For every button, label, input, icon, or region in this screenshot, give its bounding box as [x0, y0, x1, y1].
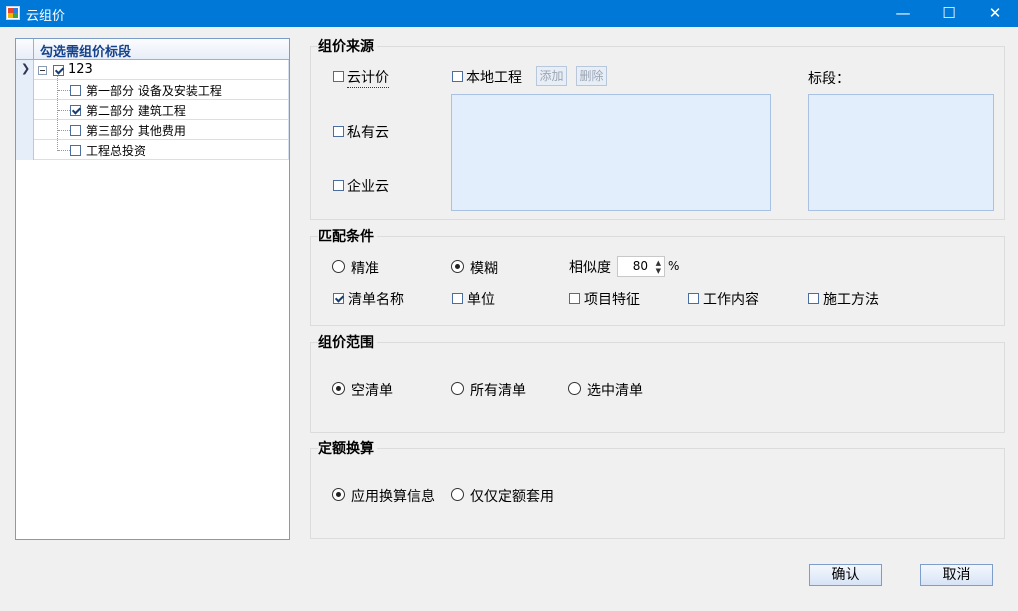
tree-item-3-checkbox[interactable]	[70, 125, 81, 136]
exact-label[interactable]: 精准	[351, 258, 379, 278]
close-button[interactable]: ✕	[972, 0, 1018, 27]
tree-item-4-checkbox[interactable]	[70, 145, 81, 156]
section-list[interactable]	[808, 94, 994, 211]
stepper-down-icon[interactable]: ▼	[656, 267, 661, 275]
tree-row-item-2[interactable]: 第二部分 建筑工程	[16, 100, 289, 120]
local-project-label[interactable]: 本地工程	[466, 67, 522, 87]
add-button[interactable]: 添加	[536, 66, 567, 86]
enterprise-cloud-label[interactable]: 企业云	[347, 176, 389, 196]
delete-button[interactable]: 删除	[576, 66, 607, 86]
quota-only-label[interactable]: 仅仅定额套用	[470, 486, 554, 506]
confirm-button[interactable]: 确认	[809, 564, 882, 586]
tree-header: 勾选需组价标段	[16, 39, 289, 60]
similarity-stepper[interactable]: 80 ▲ ▼	[617, 256, 665, 277]
bill-name-checkbox[interactable]	[333, 293, 344, 304]
apply-conversion-radio[interactable]	[332, 488, 345, 501]
tree-header-label: 勾选需组价标段	[40, 45, 132, 60]
minimize-button[interactable]: —	[880, 0, 926, 27]
local-project-list[interactable]	[451, 94, 771, 211]
tree-item-1-checkbox[interactable]	[70, 85, 81, 96]
item-feature-checkbox[interactable]	[569, 293, 580, 304]
apply-conversion-label[interactable]: 应用换算信息	[351, 486, 435, 506]
tree-row-item-1[interactable]: 第一部分 设备及安装工程	[16, 80, 289, 100]
scope-group	[310, 342, 1005, 433]
stepper-up-icon[interactable]: ▲	[656, 259, 661, 267]
quota-group-title: 定额换算	[318, 438, 377, 458]
tree-item-1-label: 第一部分 设备及安装工程	[86, 84, 222, 98]
cloud-pricing-label[interactable]: 云计价	[347, 67, 389, 88]
tree-row-item-4[interactable]: 工程总投资	[16, 140, 289, 160]
tree-row-item-3[interactable]: 第三部分 其他费用	[16, 120, 289, 140]
match-group-title: 匹配条件	[318, 226, 377, 246]
similarity-unit: %	[668, 259, 680, 273]
title-bar: 云组价 — ☐ ✕	[0, 0, 1018, 27]
work-content-checkbox[interactable]	[688, 293, 699, 304]
unit-checkbox[interactable]	[452, 293, 463, 304]
enterprise-cloud-checkbox[interactable]	[333, 180, 344, 191]
current-row-arrow-icon: ❯	[21, 62, 31, 75]
cloud-pricing-checkbox[interactable]	[333, 71, 344, 82]
tree-item-2-label: 第二部分 建筑工程	[86, 104, 186, 118]
similarity-label: 相似度	[569, 260, 611, 276]
empty-bill-label[interactable]: 空清单	[351, 380, 393, 400]
construction-method-checkbox[interactable]	[808, 293, 819, 304]
all-bills-label[interactable]: 所有清单	[470, 380, 526, 400]
fuzzy-label[interactable]: 模糊	[470, 258, 498, 278]
quota-only-radio[interactable]	[451, 488, 464, 501]
item-feature-label[interactable]: 项目特征	[584, 289, 640, 309]
local-project-checkbox[interactable]	[452, 71, 463, 82]
selected-bills-radio[interactable]	[568, 382, 581, 395]
tree-item-3-label: 第三部分 其他费用	[86, 124, 186, 138]
selected-bills-label[interactable]: 选中清单	[587, 380, 643, 400]
cancel-button[interactable]: 取消	[920, 564, 993, 586]
construction-method-label[interactable]: 施工方法	[823, 289, 879, 309]
tree-root-label: 123	[68, 62, 93, 77]
tree-root-checkbox[interactable]	[53, 65, 64, 76]
source-group-title: 组价来源	[318, 36, 377, 56]
scope-group-title: 组价范围	[318, 332, 377, 352]
window-title: 云组价	[26, 9, 66, 24]
empty-bill-radio[interactable]	[332, 382, 345, 395]
tree-item-4-label: 工程总投资	[86, 144, 147, 158]
collapse-icon[interactable]	[38, 66, 47, 75]
bill-name-label[interactable]: 清单名称	[348, 289, 404, 309]
all-bills-radio[interactable]	[451, 382, 464, 395]
section-tree-panel[interactable]: 勾选需组价标段 ❯ 123 第一部分 设备及安装工程 第二部分 建筑工程 第三部…	[15, 38, 290, 540]
private-cloud-checkbox[interactable]	[333, 126, 344, 137]
private-cloud-label[interactable]: 私有云	[347, 122, 389, 142]
fuzzy-radio[interactable]	[451, 260, 464, 273]
unit-label[interactable]: 单位	[467, 289, 495, 309]
work-content-label[interactable]: 工作内容	[703, 289, 759, 309]
similarity-value[interactable]: 80	[633, 259, 648, 273]
match-group	[310, 236, 1005, 326]
section-label: 标段：	[808, 71, 850, 87]
tree-item-2-checkbox[interactable]	[70, 105, 81, 116]
exact-radio[interactable]	[332, 260, 345, 273]
maximize-button[interactable]: ☐	[926, 0, 972, 27]
app-icon	[6, 6, 20, 20]
